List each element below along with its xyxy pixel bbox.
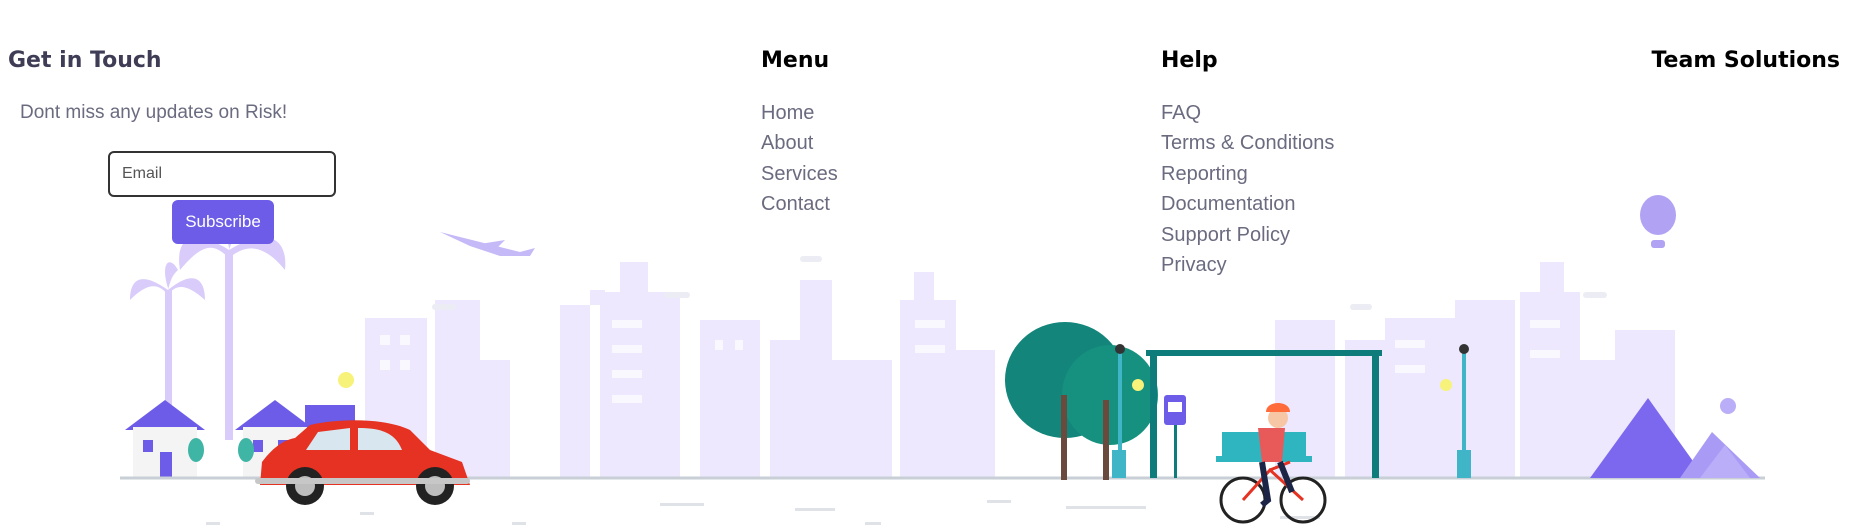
menu-link-home[interactable]: Home xyxy=(761,98,838,128)
subscribe-button[interactable]: Subscribe xyxy=(172,200,274,244)
tree-icon xyxy=(1005,322,1158,480)
help-link-terms[interactable]: Terms & Conditions xyxy=(1161,128,1334,158)
help-link-support-policy[interactable]: Support Policy xyxy=(1161,220,1334,250)
team-solutions-heading: Team Solutions xyxy=(1651,48,1840,73)
menu-heading: Menu xyxy=(761,48,830,73)
help-link-documentation[interactable]: Documentation xyxy=(1161,189,1334,219)
hot-air-balloon-icon xyxy=(1640,195,1676,248)
menu-links: Home About Services Contact xyxy=(761,98,838,220)
menu-link-about[interactable]: About xyxy=(761,128,838,158)
get-in-touch-heading: Get in Touch xyxy=(8,48,162,73)
newsletter-tagline: Dont miss any updates on Risk! xyxy=(20,102,288,123)
help-heading: Help xyxy=(1161,48,1218,73)
team-solutions-section: Team Solutions xyxy=(1651,48,1840,73)
help-section: Help xyxy=(1161,48,1218,73)
help-link-faq[interactable]: FAQ xyxy=(1161,98,1334,128)
email-input[interactable] xyxy=(108,151,336,197)
help-link-reporting[interactable]: Reporting xyxy=(1161,159,1334,189)
sun-icon xyxy=(338,372,354,388)
help-link-privacy[interactable]: Privacy xyxy=(1161,250,1334,280)
palm-tree-icon xyxy=(130,214,286,440)
help-links: FAQ Terms & Conditions Reporting Documen… xyxy=(1161,98,1334,280)
menu-link-services[interactable]: Services xyxy=(761,159,838,189)
menu-link-contact[interactable]: Contact xyxy=(761,189,838,219)
menu-section: Menu xyxy=(761,48,829,73)
airplane-icon xyxy=(440,232,535,256)
footer-illustration xyxy=(0,0,1852,526)
get-in-touch-section: Get in Touch xyxy=(8,48,162,73)
